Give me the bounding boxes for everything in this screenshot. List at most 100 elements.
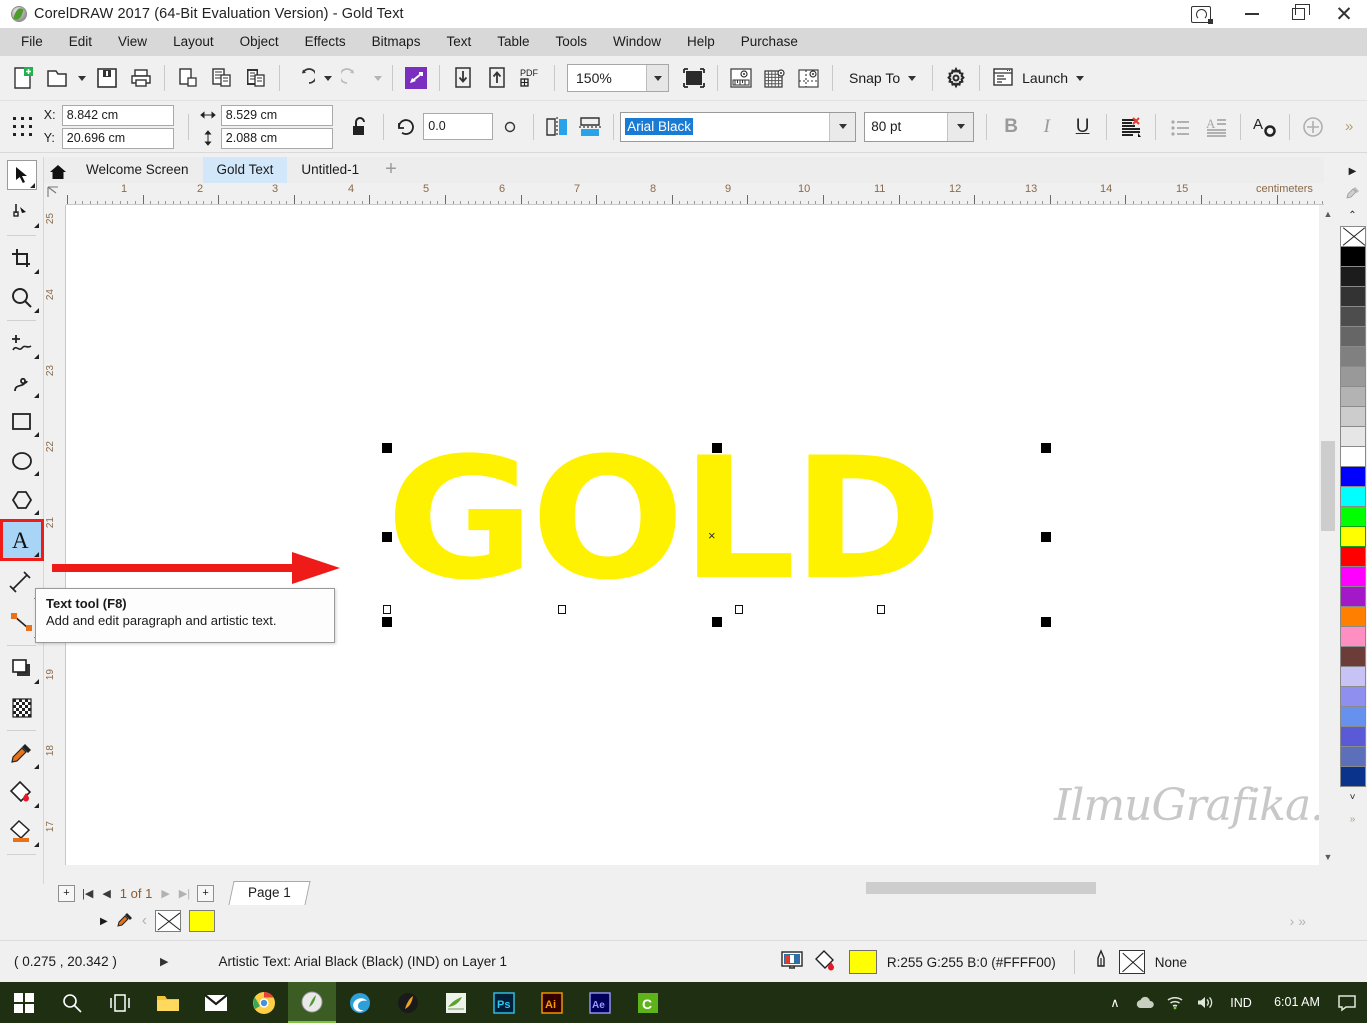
palette-swatch-periwinkle[interactable] bbox=[1339, 686, 1366, 707]
file-explorer-icon[interactable] bbox=[144, 982, 192, 1023]
toolbox-pick-tool[interactable] bbox=[0, 157, 44, 193]
palette-swatch-brown[interactable] bbox=[1339, 646, 1366, 667]
font-size-value[interactable]: 80 pt bbox=[865, 113, 947, 141]
paste-icon[interactable] bbox=[239, 61, 273, 95]
selection-handle-bottom-center[interactable] bbox=[712, 617, 722, 627]
menu-item-view[interactable]: View bbox=[105, 28, 160, 56]
toolbox-smart-fill-tool[interactable] bbox=[0, 812, 44, 851]
options-gear-icon[interactable] bbox=[939, 61, 973, 95]
object-origin-icon[interactable] bbox=[6, 110, 40, 144]
font-size-combo[interactable]: 80 pt bbox=[864, 111, 975, 142]
document-color-settings-icon[interactable] bbox=[779, 949, 805, 976]
mail-icon[interactable] bbox=[192, 982, 240, 1023]
palette-swatch-lavender[interactable] bbox=[1339, 666, 1366, 687]
start-button[interactable] bbox=[0, 982, 48, 1023]
toolbox-zoom-tool[interactable] bbox=[0, 278, 44, 317]
mirror-horizontally-icon[interactable] bbox=[540, 110, 574, 144]
palette-no-color-swatch[interactable] bbox=[155, 910, 182, 932]
palette-expand-button[interactable]: » bbox=[1350, 808, 1356, 830]
artistic-text-object[interactable]: GOLD bbox=[386, 435, 942, 603]
selection-handle-middle-right[interactable] bbox=[1041, 532, 1051, 542]
eyedropper-icon[interactable] bbox=[116, 911, 134, 932]
palette-scroll-down-button[interactable]: ˅ bbox=[1350, 786, 1356, 808]
maximize-button[interactable] bbox=[1275, 0, 1321, 28]
palette-swatch-slate-blue[interactable] bbox=[1339, 746, 1366, 767]
palette-swatch-navy[interactable] bbox=[1339, 766, 1366, 787]
palette-swatch-blue[interactable] bbox=[1339, 466, 1366, 487]
toolbox-text-tool[interactable]: A bbox=[0, 519, 44, 561]
fill-color-icon[interactable] bbox=[814, 949, 839, 976]
show-grid-icon[interactable] bbox=[758, 61, 792, 95]
action-center-icon[interactable] bbox=[1337, 994, 1357, 1012]
outline-pen-icon[interactable] bbox=[1093, 948, 1109, 976]
launch-menu[interactable]: Launch bbox=[986, 67, 1090, 90]
palette-swatch-white[interactable] bbox=[1339, 446, 1366, 467]
selection-handle-top-left[interactable] bbox=[382, 443, 392, 453]
toolbox-polygon-tool[interactable] bbox=[0, 480, 44, 519]
photoshop-icon[interactable]: Ps bbox=[480, 982, 528, 1023]
palette-swatch-gray-60[interactable] bbox=[1339, 326, 1366, 347]
corel-connect-icon[interactable] bbox=[399, 61, 433, 95]
palette-swatch-magenta[interactable] bbox=[1339, 566, 1366, 587]
next-page-button[interactable]: ▶ bbox=[159, 887, 171, 900]
wifi-icon[interactable] bbox=[1165, 995, 1185, 1010]
publish-pdf-icon[interactable]: PDF bbox=[514, 61, 548, 95]
last-page-button[interactable]: ▶| bbox=[177, 887, 192, 900]
palette-eyedropper-icon[interactable] bbox=[1345, 182, 1361, 204]
open-document-icon[interactable] bbox=[40, 61, 74, 95]
drawing-canvas[interactable]: GOLD × IlmuGrafika.id bbox=[66, 205, 1324, 865]
selection-handle-bottom-left[interactable] bbox=[382, 617, 392, 627]
edge-icon[interactable] bbox=[336, 982, 384, 1023]
toolbox-shape-tool[interactable] bbox=[0, 193, 44, 232]
underline-button[interactable]: U bbox=[1065, 110, 1101, 144]
palette-swatch-yellow[interactable] bbox=[1339, 526, 1366, 547]
text-baseline-handle-right[interactable] bbox=[877, 605, 885, 614]
add-object-icon[interactable] bbox=[1296, 110, 1332, 144]
palette-swatch-none[interactable] bbox=[1339, 226, 1366, 247]
menu-item-bitmaps[interactable]: Bitmaps bbox=[359, 28, 434, 56]
text-baseline-handle[interactable] bbox=[735, 605, 743, 614]
menu-item-tools[interactable]: Tools bbox=[543, 28, 601, 56]
palette-scroll-right-button[interactable]: › » bbox=[1290, 913, 1324, 929]
snap-to-dropdown-arrow[interactable] bbox=[908, 75, 917, 81]
menu-item-edit[interactable]: Edit bbox=[56, 28, 105, 56]
fill-color-swatch[interactable] bbox=[848, 950, 877, 974]
palette-swatch-red[interactable] bbox=[1339, 546, 1366, 567]
palette-swatch-cornflower[interactable] bbox=[1339, 706, 1366, 727]
document-tab-untitled-1[interactable]: Untitled-1 bbox=[287, 157, 373, 183]
palette-pointer-icon[interactable]: ▶ bbox=[1349, 160, 1357, 182]
cut-icon[interactable] bbox=[171, 61, 205, 95]
selection-handle-top-right[interactable] bbox=[1041, 443, 1051, 453]
toolbox-interactive-fill-tool[interactable] bbox=[0, 773, 44, 812]
undo-icon[interactable] bbox=[286, 61, 320, 95]
toolbox-rectangle-tool[interactable] bbox=[0, 402, 44, 441]
document-tab-welcome-screen[interactable]: Welcome Screen bbox=[72, 157, 203, 183]
palette-swatch-black[interactable] bbox=[1339, 246, 1366, 267]
palette-swatch-pink[interactable] bbox=[1339, 626, 1366, 647]
text-alignment-none-icon[interactable] bbox=[1113, 110, 1149, 144]
italic-button[interactable]: I bbox=[1029, 110, 1065, 144]
palette-swatch-blue-violet[interactable] bbox=[1339, 726, 1366, 747]
vertical-ruler[interactable]: 25 24 23 22 21 20 19 18 17 bbox=[44, 205, 66, 865]
palette-swatch-gray-50[interactable] bbox=[1339, 346, 1366, 367]
open-dropdown-arrow[interactable] bbox=[74, 61, 90, 95]
show-rulers-icon[interactable] bbox=[724, 61, 758, 95]
palette-swatch-gray-70[interactable] bbox=[1339, 306, 1366, 327]
utorrent-icon[interactable] bbox=[432, 982, 480, 1023]
text-properties-icon[interactable]: A bbox=[1247, 110, 1283, 144]
coreldraw-icon[interactable] bbox=[288, 982, 336, 1023]
show-hidden-icons-button[interactable]: ∧ bbox=[1105, 995, 1125, 1010]
close-button[interactable]: ✕ bbox=[1321, 0, 1367, 28]
volume-icon[interactable] bbox=[1195, 995, 1215, 1010]
onedrive-cloud-icon[interactable] bbox=[1135, 996, 1155, 1010]
zoom-level-combo[interactable]: 150% bbox=[567, 64, 669, 92]
palette-scroll-up-button[interactable]: ⌃ bbox=[1348, 204, 1356, 226]
toolbox-transparency-tool[interactable] bbox=[0, 688, 44, 727]
show-guidelines-icon[interactable] bbox=[792, 61, 826, 95]
y-position-input[interactable]: 20.696 cm bbox=[61, 127, 174, 149]
user-account-icon[interactable] bbox=[1183, 0, 1229, 28]
save-document-icon[interactable] bbox=[90, 61, 124, 95]
palette-swatch-gray-20[interactable] bbox=[1339, 406, 1366, 427]
text-baseline-handle[interactable] bbox=[558, 605, 566, 614]
text-baseline-handle-left[interactable] bbox=[383, 605, 391, 614]
